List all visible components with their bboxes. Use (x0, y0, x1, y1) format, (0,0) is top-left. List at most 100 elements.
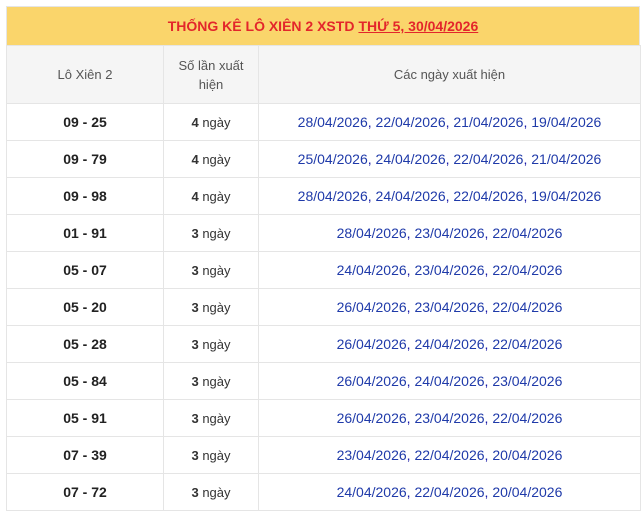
date-link[interactable]: 21/04/2026 (453, 114, 523, 130)
count-unit: ngày (202, 188, 231, 204)
count-cell: 3 ngày (163, 473, 259, 511)
date-link[interactable]: 22/04/2026 (453, 188, 523, 204)
count-cell: 3 ngày (163, 362, 259, 400)
date-link[interactable]: 24/04/2026 (337, 262, 407, 278)
count-unit: ngày (202, 484, 231, 500)
count-cell: 3 ngày (163, 214, 259, 252)
dates-cell: 26/04/2026, 24/04/2026, 23/04/2026 (258, 362, 641, 400)
stats-panel: THỐNG KÊ LÔ XIÊN 2 XSTD THỨ 5, 30/04/202… (6, 6, 641, 511)
date-link[interactable]: 23/04/2026 (414, 262, 484, 278)
header-dates: Các ngày xuất hiện (258, 45, 641, 104)
date-link[interactable]: 23/04/2026 (414, 225, 484, 241)
count-value: 3 (191, 225, 199, 241)
date-link[interactable]: 26/04/2026 (337, 336, 407, 352)
date-link[interactable]: 22/04/2026 (492, 410, 562, 426)
table-row: 05 - 20 3 ngày 26/04/2026, 23/04/2026, 22/… (6, 288, 641, 326)
date-link[interactable]: 23/04/2026 (492, 373, 562, 389)
count-cell: 3 ngày (163, 436, 259, 474)
date-link[interactable]: 26/04/2026 (337, 299, 407, 315)
table-row: 05 - 84 3 ngày 26/04/2026, 24/04/2026, 23/… (6, 362, 641, 400)
date-link[interactable]: 23/04/2026 (414, 410, 484, 426)
date-link[interactable]: 28/04/2026 (298, 188, 368, 204)
pair-cell: 05 - 20 (6, 288, 164, 326)
date-link[interactable]: 22/04/2026 (376, 114, 446, 130)
date-link[interactable]: 24/04/2026 (337, 484, 407, 500)
count-value: 4 (191, 151, 199, 167)
dates-cell: 24/04/2026, 23/04/2026, 22/04/2026 (258, 251, 641, 289)
date-link[interactable]: 22/04/2026 (453, 151, 523, 167)
date-link[interactable]: 22/04/2026 (492, 299, 562, 315)
dates-cell: 28/04/2026, 24/04/2026, 22/04/2026, 19/0… (258, 177, 641, 215)
pair-cell: 05 - 91 (6, 399, 164, 437)
header-pair: Lô Xiên 2 (6, 45, 164, 104)
date-link[interactable]: 28/04/2026 (337, 225, 407, 241)
pair-cell: 05 - 07 (6, 251, 164, 289)
header-count: Số lần xuất hiện (163, 45, 259, 104)
pair-cell: 07 - 72 (6, 473, 164, 511)
date-link[interactable]: 22/04/2026 (414, 447, 484, 463)
pair-cell: 09 - 25 (6, 103, 164, 141)
dates-cell: 26/04/2026, 23/04/2026, 22/04/2026 (258, 288, 641, 326)
count-value: 3 (191, 299, 199, 315)
count-cell: 3 ngày (163, 399, 259, 437)
count-unit: ngày (202, 373, 231, 389)
table-row: 09 - 79 4 ngày 25/04/2026, 24/04/2026, 22/… (6, 140, 641, 178)
table-row: 05 - 07 3 ngày 24/04/2026, 23/04/2026, 22/… (6, 251, 641, 289)
pair-cell: 09 - 98 (6, 177, 164, 215)
table-row: 07 - 72 3 ngày 24/04/2026, 22/04/2026, 20/… (6, 473, 641, 511)
pair-cell: 09 - 79 (6, 140, 164, 178)
dates-cell: 26/04/2026, 24/04/2026, 22/04/2026 (258, 325, 641, 363)
table-row: 01 - 91 3 ngày 28/04/2026, 23/04/2026, 22/… (6, 214, 641, 252)
count-value: 3 (191, 447, 199, 463)
header-row: Lô Xiên 2 Số lần xuất hiện Các ngày xuất… (6, 45, 641, 104)
count-value: 3 (191, 410, 199, 426)
table-row: 09 - 98 4 ngày 28/04/2026, 24/04/2026, 22/… (6, 177, 641, 215)
date-link[interactable]: 28/04/2026 (298, 114, 368, 130)
date-link[interactable]: 22/04/2026 (492, 262, 562, 278)
pair-cell: 05 - 84 (6, 362, 164, 400)
table-row: 05 - 91 3 ngày 26/04/2026, 23/04/2026, 22/… (6, 399, 641, 437)
table-row: 07 - 39 3 ngày 23/04/2026, 22/04/2026, 20/… (6, 436, 641, 474)
count-value: 3 (191, 484, 199, 500)
count-unit: ngày (202, 410, 231, 426)
table-row: 09 - 25 4 ngày 28/04/2026, 22/04/2026, 21/… (6, 103, 641, 141)
date-link[interactable]: 24/04/2026 (376, 151, 446, 167)
count-cell: 3 ngày (163, 325, 259, 363)
count-value: 4 (191, 114, 199, 130)
title-date-link[interactable]: THỨ 5, 30/04/2026 (358, 18, 478, 34)
date-link[interactable]: 25/04/2026 (298, 151, 368, 167)
count-value: 3 (191, 262, 199, 278)
table-row: 05 - 28 3 ngày 26/04/2026, 24/04/2026, 22/… (6, 325, 641, 363)
date-link[interactable]: 19/04/2026 (531, 188, 601, 204)
date-link[interactable]: 24/04/2026 (414, 336, 484, 352)
dates-cell: 28/04/2026, 23/04/2026, 22/04/2026 (258, 214, 641, 252)
date-link[interactable]: 26/04/2026 (337, 373, 407, 389)
date-link[interactable]: 22/04/2026 (492, 225, 562, 241)
pair-cell: 05 - 28 (6, 325, 164, 363)
count-unit: ngày (202, 299, 231, 315)
date-link[interactable]: 23/04/2026 (337, 447, 407, 463)
date-link[interactable]: 24/04/2026 (376, 188, 446, 204)
date-link[interactable]: 23/04/2026 (414, 299, 484, 315)
pair-cell: 01 - 91 (6, 214, 164, 252)
date-link[interactable]: 20/04/2026 (492, 484, 562, 500)
lo-xien-table: Lô Xiên 2 Số lần xuất hiện Các ngày xuất… (6, 45, 641, 511)
count-cell: 3 ngày (163, 251, 259, 289)
dates-cell: 25/04/2026, 24/04/2026, 22/04/2026, 21/0… (258, 140, 641, 178)
count-cell: 4 ngày (163, 177, 259, 215)
date-link[interactable]: 19/04/2026 (531, 114, 601, 130)
date-link[interactable]: 20/04/2026 (492, 447, 562, 463)
date-link[interactable]: 24/04/2026 (414, 373, 484, 389)
count-unit: ngày (202, 336, 231, 352)
pair-cell: 07 - 39 (6, 436, 164, 474)
date-link[interactable]: 26/04/2026 (337, 410, 407, 426)
date-link[interactable]: 21/04/2026 (531, 151, 601, 167)
count-unit: ngày (202, 225, 231, 241)
dates-cell: 23/04/2026, 22/04/2026, 20/04/2026 (258, 436, 641, 474)
count-unit: ngày (202, 262, 231, 278)
count-value: 3 (191, 373, 199, 389)
date-link[interactable]: 22/04/2026 (414, 484, 484, 500)
count-cell: 3 ngày (163, 288, 259, 326)
date-link[interactable]: 22/04/2026 (492, 336, 562, 352)
count-unit: ngày (202, 151, 231, 167)
